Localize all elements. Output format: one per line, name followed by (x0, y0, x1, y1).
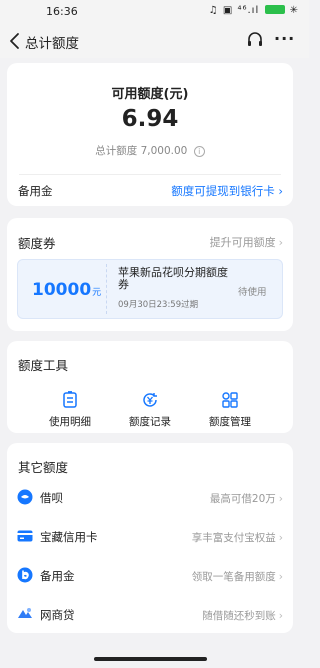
battery-icon (265, 5, 286, 14)
tool-usage-details[interactable]: 使用明细 (30, 391, 110, 429)
raise-credit-label: 提升可用额度 (209, 236, 276, 249)
other-row-credit-card[interactable]: 宝藏信用卡 享丰富支付宝权益 › (7, 525, 293, 549)
other-credit-card: 其它额度 借呗 最高可借20万 › 宝藏信用卡 享丰富支付宝权益 › 备用金 领取一… (7, 443, 293, 633)
total-credit-label: 总计额度 (95, 145, 138, 157)
info-icon[interactable]: i (193, 146, 205, 157)
charging-icon: ✳ (289, 5, 299, 16)
jiebei-icon (17, 489, 33, 505)
customer-service-icon[interactable] (246, 31, 264, 49)
available-credit-label: 可用额度(元) (111, 87, 189, 102)
home-indicator[interactable] (94, 657, 207, 661)
chevron-right-icon: › (278, 493, 283, 505)
reserve-fund-label: 备用金 (18, 184, 53, 198)
row-subtext: 领取一笔备用额度 › (192, 569, 283, 584)
page-title: 总计额度 (25, 36, 79, 52)
row-subtext: 享丰富支付宝权益 › (192, 530, 283, 545)
credit-summary-card: 可用额度(元) 6.94 总计额度 7,000.00 i 备用金 额度可提现到银… (7, 63, 293, 206)
row-subtext-label: 领取一笔备用额度 (191, 571, 276, 583)
coupon-amount-value: 10000 (32, 280, 92, 300)
total-credit-row: 总计额度 7,000.00 i (7, 143, 293, 158)
chevron-right-icon: › (278, 236, 283, 249)
other-row-reserve-fund[interactable]: 备用金 领取一笔备用额度 › (7, 564, 293, 588)
yen-record-icon (143, 393, 157, 407)
row-subtext: 最高可借20万 › (210, 491, 283, 506)
mybank-loan-icon (18, 608, 32, 618)
coupon-status: 待使用 (238, 287, 267, 298)
tool-label: 使用明细 (49, 416, 91, 428)
coupon-expire: 09月30日23:59过期 (118, 300, 199, 310)
tool-label: 额度记录 (129, 416, 171, 428)
status-bar: 16:36 ♫ ▣ ⁴⁶.ıl ✳ (0, 0, 309, 24)
reserve-fund-icon (17, 567, 33, 583)
other-row-mybank-loan[interactable]: 网商贷 随借随还秒到账 › (7, 603, 293, 627)
chevron-right-icon: › (278, 532, 283, 544)
coupon-amount: 10000元 (32, 280, 101, 300)
credit-coupon[interactable]: 10000元 苹果新品花呗分期额度券 09月30日23:59过期 待使用 (17, 259, 283, 319)
credit-coupon-card: 额度券 提升可用额度 › 10000元 苹果新品花呗分期额度券 09月30日23:… (7, 218, 293, 331)
row-subtext: 随借随还秒到账 › (202, 608, 283, 623)
document-list-icon (63, 391, 77, 408)
row-label: 备用金 (40, 569, 75, 583)
chevron-right-icon: › (278, 610, 283, 622)
credit-card-icon (17, 530, 33, 542)
section-title-coupon: 额度券 (18, 236, 56, 251)
divider (19, 174, 281, 175)
nav-bar: 总计额度 ··· (0, 24, 309, 58)
row-subtext-label: 随借随还秒到账 (202, 610, 276, 622)
back-arrow-icon[interactable] (6, 31, 24, 51)
coupon-amount-unit: 元 (92, 288, 102, 298)
available-credit-value: 6.94 (121, 106, 179, 132)
status-signal-icons: ♫ ▣ ⁴⁶.ıl (208, 5, 260, 16)
status-time: 16:36 (46, 5, 78, 18)
row-label: 宝藏信用卡 (40, 530, 98, 544)
row-label: 借呗 (40, 491, 63, 505)
section-title-other: 其它额度 (18, 460, 69, 475)
withdraw-link-label: 额度可提现到银行卡 (171, 184, 275, 198)
chevron-right-icon: › (278, 571, 283, 583)
tool-label: 额度管理 (209, 416, 251, 428)
credit-tools-card: 额度工具 使用明细 额度记录 额度管理 (7, 341, 293, 433)
more-options-icon[interactable]: ··· (274, 29, 295, 48)
section-title-tools: 额度工具 (18, 358, 69, 373)
tool-credit-records[interactable]: 额度记录 (110, 391, 190, 429)
row-subtext-label: 最高可借20万 (209, 493, 276, 505)
chevron-right-icon: › (274, 184, 283, 198)
row-label: 网商贷 (40, 608, 75, 622)
coupon-separator (106, 264, 107, 314)
coupon-title: 苹果新品花呗分期额度券 (118, 266, 228, 291)
status-icons: ♫ ▣ ⁴⁶.ıl ✳ (209, 5, 299, 16)
other-row-jiebei[interactable]: 借呗 最高可借20万 › (7, 486, 293, 510)
grid-manage-icon (222, 392, 238, 408)
total-credit-value: 7,000.00 (140, 145, 188, 157)
withdraw-to-bank-link[interactable]: 额度可提现到银行卡 › (171, 183, 283, 199)
row-subtext-label: 享丰富支付宝权益 (191, 532, 276, 544)
raise-credit-link[interactable]: 提升可用额度 › (210, 234, 283, 250)
tool-credit-management[interactable]: 额度管理 (190, 391, 270, 429)
